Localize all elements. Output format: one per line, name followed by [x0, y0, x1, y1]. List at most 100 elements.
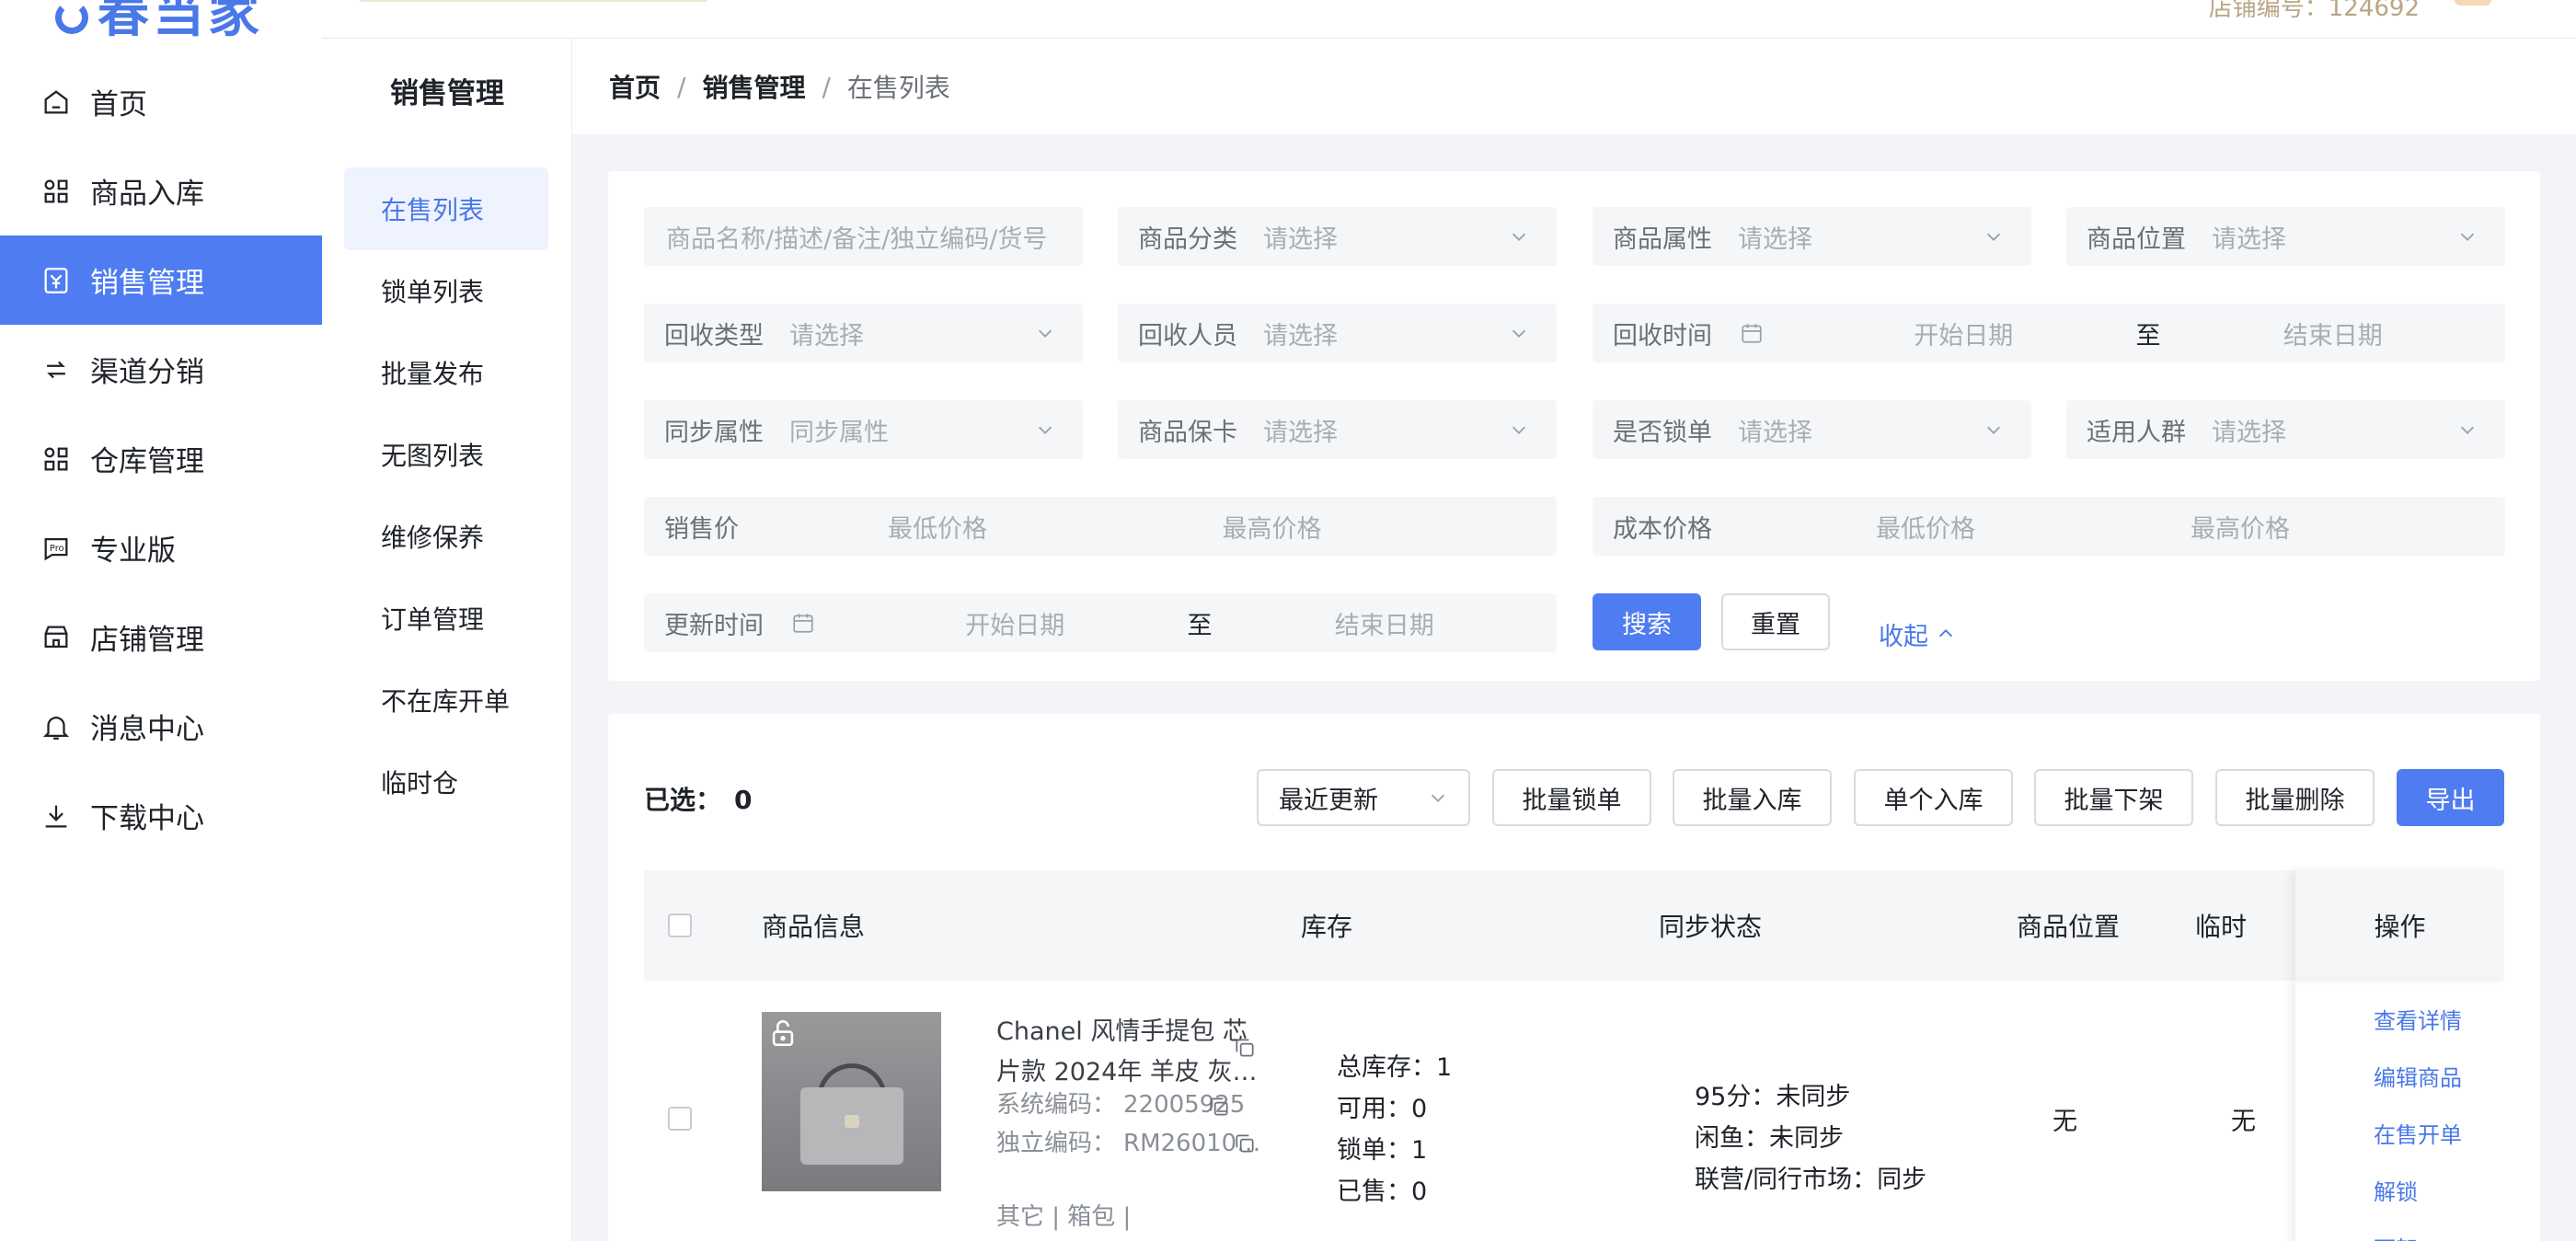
nav-item-goods-in[interactable]: 商品入库 — [0, 146, 322, 236]
select-all-checkbox[interactable] — [668, 914, 692, 937]
sync-attr-select[interactable]: 同步属性 同步属性 — [644, 400, 1083, 459]
unlock-link[interactable]: 解锁 — [2374, 1174, 2418, 1206]
delist-link[interactable]: 下架 — [2374, 1231, 2418, 1241]
start-date-input[interactable]: 开始日期 — [1791, 316, 2136, 351]
search-button[interactable]: 搜索 — [1593, 593, 1701, 650]
copy-icon[interactable] — [1233, 1132, 1257, 1155]
start-date-input[interactable]: 开始日期 — [843, 605, 1188, 641]
category-select[interactable]: 商品分类 请选择 — [1118, 207, 1557, 266]
keyword-search-input[interactable]: 商品名称/描述/备注/独立编码/货号 — [644, 207, 1083, 266]
breadcrumb-home[interactable]: 首页 — [609, 68, 661, 105]
bell-icon — [40, 711, 72, 742]
table-header: 商品信息 库存 同步状态 商品位置 临时 操作 — [644, 870, 2504, 981]
field-value: 请选择 — [1263, 418, 1338, 447]
subnav-item-temp-warehouse[interactable]: 临时仓 — [344, 741, 548, 823]
nav-item-warehouse[interactable]: 仓库管理 — [0, 414, 322, 503]
sub-sidebar: 销售管理 在售列表 锁单列表 批量发布 无图列表 维修保养 订单管理 不在库开单… — [322, 39, 572, 1241]
product-thumbnail[interactable] — [762, 1012, 941, 1191]
product-name[interactable]: Chanel 风情手提包 芯片款 2024年 羊皮 灰… — [996, 1012, 1263, 1093]
selected-number: 0 — [734, 785, 753, 815]
app-logo[interactable]: 春当家 — [55, 0, 263, 47]
cost-price-range[interactable]: 成本价格 最低价格 最高价格 — [1593, 497, 2505, 556]
export-button[interactable]: 导出 — [2397, 769, 2504, 826]
subnav-item-no-image[interactable]: 无图列表 — [344, 413, 548, 496]
subnav-item-not-in-stock[interactable]: 不在库开单 — [344, 659, 548, 741]
stock-info: 总库存：1 可用：0 锁单：1 已售：0 — [1337, 1047, 1452, 1212]
recycle-time-range[interactable]: 回收时间 开始日期 至 结束日期 — [1593, 304, 2505, 362]
location-select[interactable]: 商品位置 请选择 — [2066, 207, 2505, 266]
batch-stock-in-button[interactable]: 批量入库 — [1673, 769, 1832, 826]
max-price-input[interactable]: 最高价格 — [1223, 509, 1558, 545]
single-stock-in-button[interactable]: 单个入库 — [1854, 769, 2013, 826]
audience-select[interactable]: 适用人群 请选择 — [2066, 400, 2505, 459]
subnav-item-batch-publish[interactable]: 批量发布 — [344, 331, 548, 414]
sort-select[interactable]: 最近更新 — [1257, 769, 1470, 826]
nav-item-pro[interactable]: Pro 专业版 — [0, 503, 322, 592]
nav-item-sales[interactable]: 销售管理 — [0, 236, 322, 325]
max-price-input[interactable]: 最高价格 — [2191, 509, 2505, 545]
home-icon — [40, 86, 72, 118]
logo-text: 春当家 — [98, 0, 263, 44]
field-value: 同步属性 — [789, 418, 889, 447]
subnav-item-locked[interactable]: 锁单列表 — [344, 249, 548, 332]
user-avatar[interactable] — [2455, 0, 2491, 6]
temp-warehouse: 无 — [2231, 1107, 2256, 1136]
select-all-cell — [668, 870, 692, 981]
copy-icon[interactable] — [1233, 1036, 1257, 1060]
nav-label: 销售管理 — [90, 267, 204, 300]
nav-label: 下载中心 — [90, 802, 204, 835]
batch-lock-button[interactable]: 批量锁单 — [1492, 769, 1651, 826]
nav-label: 商品入库 — [90, 178, 204, 211]
batch-delete-button[interactable]: 批量删除 — [2215, 769, 2375, 826]
field-value: 请选择 — [1738, 418, 1812, 447]
nav-item-channel[interactable]: 渠道分销 — [0, 325, 322, 414]
filter-panel: 商品名称/描述/备注/独立编码/货号 商品分类 请选择 商品属性 请选择 商品位… — [608, 171, 2540, 681]
batch-delist-button[interactable]: 批量下架 — [2034, 769, 2193, 826]
field-label: 商品分类 — [1138, 224, 1237, 254]
sale-order-link[interactable]: 在售开单 — [2374, 1117, 2462, 1149]
sale-price-range[interactable]: 销售价 最低价格 最高价格 — [644, 497, 1557, 556]
subnav-item-maintenance[interactable]: 维修保养 — [344, 495, 548, 578]
nav-item-store[interactable]: 店铺管理 — [0, 592, 322, 682]
min-price-input[interactable]: 最低价格 — [1876, 509, 2191, 545]
main-sidebar: 春当家 首页 商品入库 销售管理 渠道分销 仓库管理 Pro 专业版 店铺管理 … — [0, 0, 322, 1241]
stock-locked: 锁单：1 — [1337, 1136, 1428, 1165]
copy-icon[interactable] — [1207, 1095, 1231, 1119]
row-actions: 查看详情 编辑商品 在售开单 解锁 下架 — [2295, 981, 2504, 1241]
locked-select[interactable]: 是否锁单 请选择 — [1593, 400, 2031, 459]
field-value: 请选择 — [1263, 224, 1338, 254]
recycle-type-select[interactable]: 回收类型 请选择 — [644, 304, 1083, 362]
nav-item-home[interactable]: 首页 — [0, 57, 322, 146]
breadcrumb-section[interactable]: 销售管理 — [702, 68, 805, 105]
column-sync-status: 同步状态 — [1659, 912, 1763, 942]
recycler-select[interactable]: 回收人员 请选择 — [1118, 304, 1557, 362]
field-value: 请选择 — [1738, 224, 1812, 254]
attribute-select[interactable]: 商品属性 请选择 — [1593, 207, 2031, 266]
nav-label: 首页 — [90, 88, 147, 121]
edit-product-link[interactable]: 编辑商品 — [2374, 1060, 2462, 1092]
end-date-input[interactable]: 结束日期 — [2161, 316, 2506, 351]
reset-button[interactable]: 重置 — [1721, 593, 1830, 650]
field-label: 是否锁单 — [1613, 418, 1712, 447]
subnav-item-on-sale[interactable]: 在售列表 — [344, 167, 548, 250]
field-label: 商品位置 — [2087, 224, 2186, 254]
update-time-range[interactable]: 更新时间 开始日期 至 结束日期 — [644, 593, 1557, 652]
field-label: 同步属性 — [664, 418, 764, 447]
nav-label: 店铺管理 — [90, 624, 204, 657]
row-checkbox[interactable] — [668, 1107, 692, 1131]
field-value: 请选择 — [2212, 418, 2286, 447]
view-details-link[interactable]: 查看详情 — [2374, 1003, 2462, 1035]
breadcrumb-current: 在售列表 — [846, 73, 950, 103]
sync-market: 联营/同行市场：同步 — [1695, 1166, 1927, 1194]
collapse-filters-link[interactable]: 收起 — [1879, 605, 1956, 662]
keyword-placeholder: 商品名称/描述/备注/独立编码/货号 — [666, 224, 1048, 254]
pro-icon: Pro — [40, 533, 72, 564]
chevron-down-icon — [1431, 794, 1445, 802]
min-price-input[interactable]: 最低价格 — [888, 509, 1223, 545]
warranty-select[interactable]: 商品保卡 请选择 — [1118, 400, 1557, 459]
end-date-input[interactable]: 结束日期 — [1213, 605, 1558, 641]
nav-item-messages[interactable]: 消息中心 — [0, 682, 322, 771]
chevron-down-icon — [1038, 426, 1052, 434]
nav-item-downloads[interactable]: 下载中心 — [0, 771, 322, 860]
subnav-item-orders[interactable]: 订单管理 — [344, 577, 548, 660]
